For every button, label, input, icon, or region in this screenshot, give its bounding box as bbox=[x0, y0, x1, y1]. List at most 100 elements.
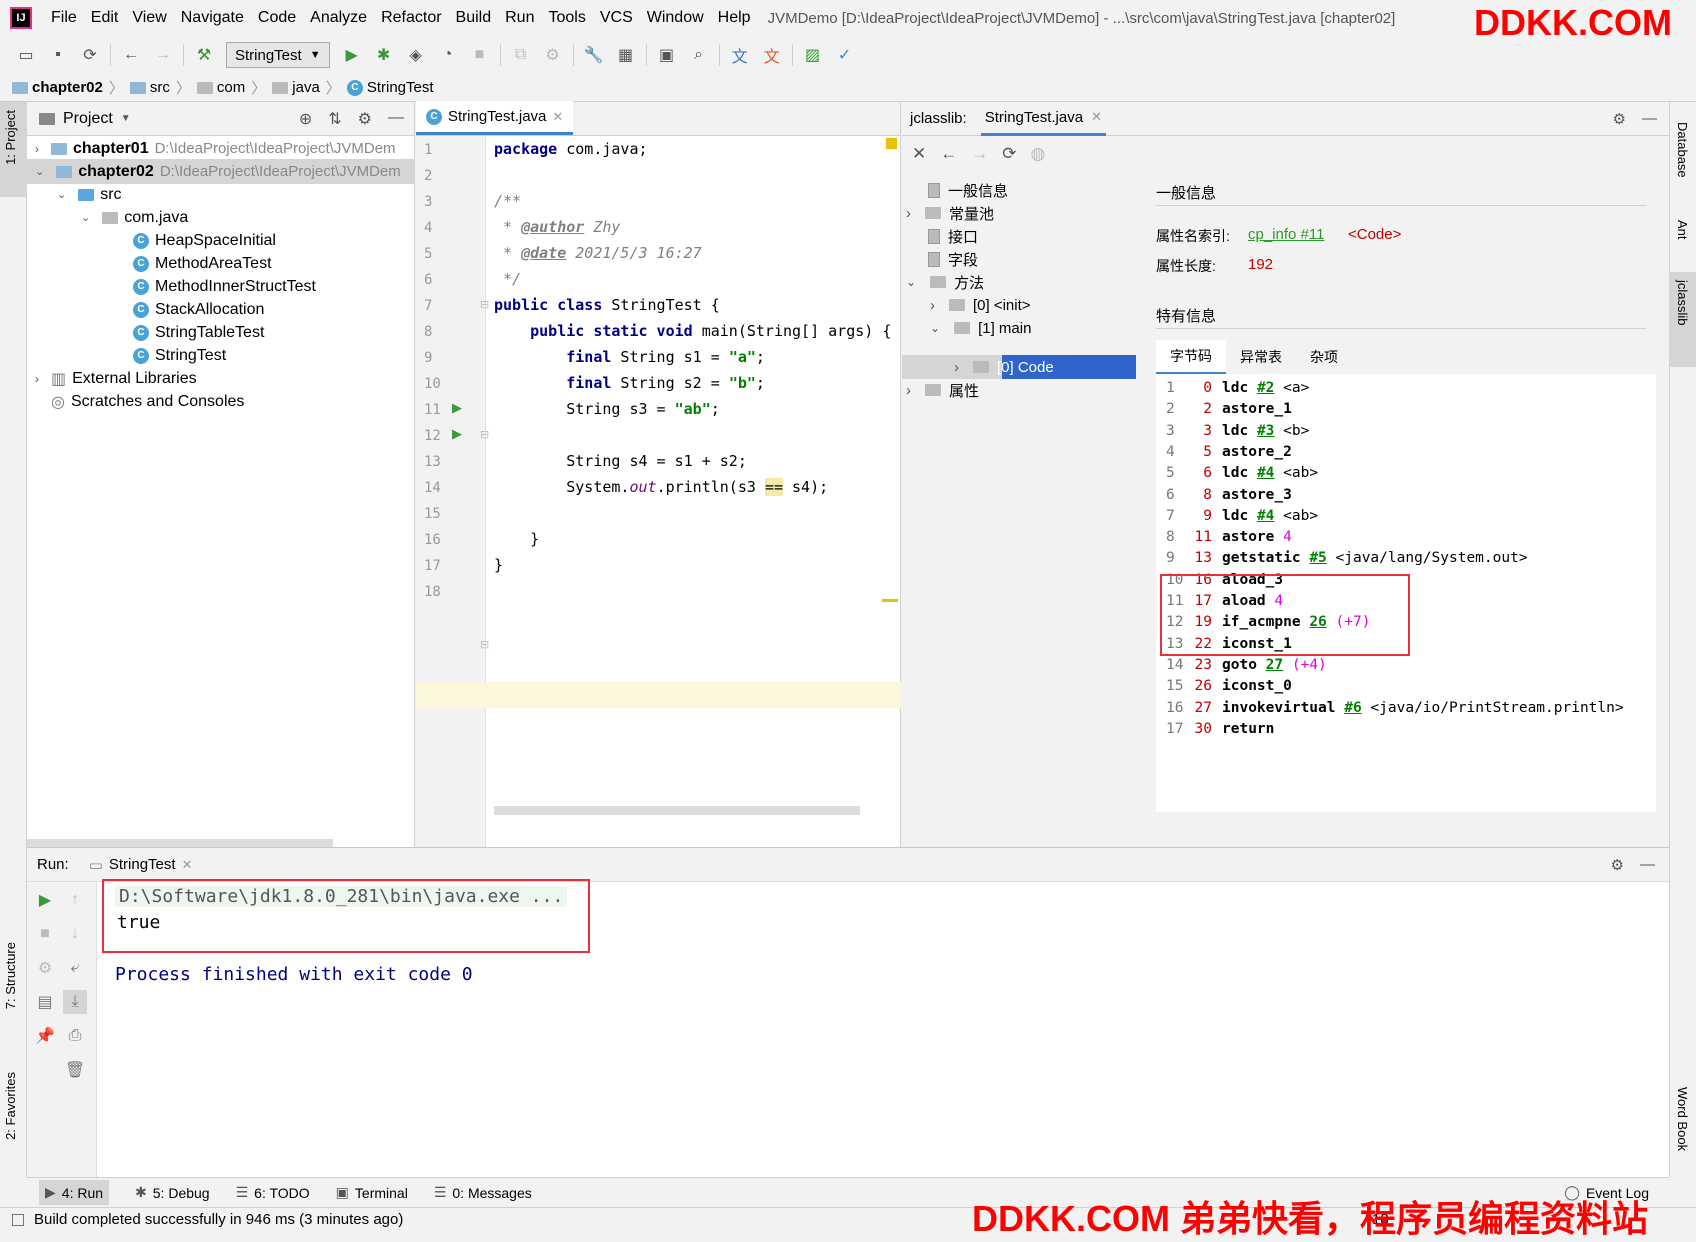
bytecode-row[interactable]: 16 27 invokevirtual #6 <java/io/PrintStrea… bbox=[1166, 700, 1624, 716]
code-line-13[interactable]: String s4 = s1 + s2; bbox=[494, 452, 747, 470]
tab-favorites[interactable]: 2: Favorites bbox=[3, 1072, 18, 1140]
tree-node-interfaces[interactable]: 接口 bbox=[928, 224, 978, 248]
code-line-8[interactable]: public static void main(String[] args) { bbox=[494, 322, 891, 340]
close-icon[interactable]: ✕ bbox=[182, 857, 193, 873]
chevron-down-icon[interactable]: ⌄ bbox=[906, 275, 916, 289]
bytecode-ref-link[interactable]: #4 bbox=[1257, 508, 1274, 524]
back-icon[interactable]: ← bbox=[120, 44, 142, 66]
menu-file[interactable]: File bbox=[44, 9, 84, 27]
menu-view[interactable]: View bbox=[125, 9, 173, 27]
sync-icon[interactable]: ⟳ bbox=[79, 44, 101, 66]
tree-node-init[interactable]: › [0] <init> bbox=[930, 293, 1031, 317]
tab-messages[interactable]: ☰ 0: Messages bbox=[434, 1184, 532, 1201]
minimize-icon[interactable]: — bbox=[388, 109, 404, 129]
subtab-misc[interactable]: 杂项 bbox=[1296, 341, 1352, 373]
code-line-4[interactable]: * @author Zhy bbox=[494, 218, 620, 236]
attach-icon[interactable]: ⧉ bbox=[510, 44, 532, 66]
run-icon[interactable]: ▶ bbox=[341, 44, 363, 66]
fold-icon[interactable]: ⊟ bbox=[480, 428, 489, 441]
tab-debug[interactable]: ✱ 5: Debug bbox=[135, 1184, 210, 1201]
tree-item-com-java[interactable]: ⌄ com.java bbox=[81, 205, 188, 230]
minimize-icon[interactable]: — bbox=[1640, 856, 1655, 874]
fold-icon[interactable]: ⊟ bbox=[480, 638, 489, 651]
breadcrumb-item[interactable]: chapter02 bbox=[12, 79, 103, 96]
warning-marker-icon[interactable] bbox=[886, 138, 897, 149]
project-structure-icon[interactable]: ▦ bbox=[615, 44, 637, 66]
tree-item-chapter01[interactable]: › chapter01 D:\IdeaProject\IdeaProject\J… bbox=[35, 136, 396, 161]
horizontal-scrollbar[interactable] bbox=[27, 839, 333, 847]
code-line-16[interactable]: } bbox=[494, 530, 539, 548]
menu-navigate[interactable]: Navigate bbox=[174, 9, 251, 27]
coverage-icon[interactable]: ◈ bbox=[405, 44, 427, 66]
status-toggle-icon[interactable] bbox=[12, 1213, 24, 1226]
subtab-bytecode[interactable]: 字节码 bbox=[1156, 340, 1226, 374]
bytecode-row[interactable]: 3 3 ldc #3 <b> bbox=[1166, 423, 1309, 439]
horizontal-scrollbar[interactable] bbox=[494, 806, 860, 815]
tab-stringtest-java[interactable]: C StringTest.java ✕ bbox=[416, 101, 574, 135]
bytecode-row[interactable]: 9 13 getstatic #5 <java/lang/System.out> bbox=[1166, 550, 1528, 566]
web-icon[interactable]: ◍ bbox=[1031, 144, 1046, 164]
chevron-right-icon[interactable]: › bbox=[906, 205, 911, 222]
tab-jclasslib-file[interactable]: StringTest.java ✕ bbox=[980, 102, 1106, 136]
tab-terminal[interactable]: ▣ Terminal bbox=[336, 1184, 408, 1201]
menu-edit[interactable]: Edit bbox=[84, 9, 126, 27]
translate-alt-icon[interactable]: 文 bbox=[761, 44, 783, 66]
bytecode-row[interactable]: 7 9 ldc #4 <ab> bbox=[1166, 508, 1318, 524]
status-message[interactable]: Build completed successfully in 946 ms (… bbox=[34, 1211, 403, 1228]
up-arrow-icon[interactable]: ↑ bbox=[63, 888, 87, 912]
run-gutter-icon[interactable]: ▶ bbox=[452, 400, 462, 416]
code-line-1[interactable]: package com.java; bbox=[494, 140, 648, 158]
code-line-14[interactable]: System.out.println(s3 == s4); bbox=[494, 478, 828, 496]
tree-node-main[interactable]: ⌄ [1] main bbox=[930, 316, 1031, 340]
subtab-exceptions[interactable]: 异常表 bbox=[1226, 341, 1296, 373]
rerun-icon[interactable]: ▶ bbox=[33, 888, 57, 912]
code-line-11[interactable]: String s3 = "ab"; bbox=[494, 400, 720, 418]
tree-item-external-libraries[interactable]: › ▥ External Libraries bbox=[35, 366, 197, 391]
layout-icon[interactable]: ▤ bbox=[33, 990, 57, 1014]
code-line-7[interactable]: public class StringTest { bbox=[494, 296, 720, 314]
profile-icon[interactable]: ◔ bbox=[437, 44, 459, 66]
bytecode-row[interactable]: 15 26 iconst_0 bbox=[1166, 678, 1292, 694]
tree-node-general[interactable]: 一般信息 bbox=[928, 178, 1008, 202]
forward-icon[interactable]: → bbox=[152, 44, 174, 66]
chevron-right-icon[interactable]: › bbox=[954, 359, 959, 376]
chevron-down-icon[interactable]: ⌄ bbox=[57, 188, 66, 201]
pin-icon[interactable]: 📌 bbox=[33, 1024, 57, 1048]
menu-run[interactable]: Run bbox=[498, 9, 541, 27]
tree-item-scratches[interactable]: ◎ Scratches and Consoles bbox=[51, 389, 244, 414]
warning-stripe[interactable] bbox=[882, 599, 898, 602]
menu-window[interactable]: Window bbox=[640, 9, 711, 27]
chevron-right-icon[interactable]: › bbox=[35, 372, 39, 386]
chevron-down-icon[interactable]: ⌄ bbox=[81, 211, 90, 224]
tree-item-class[interactable]: C StringTest bbox=[133, 343, 226, 368]
run-gutter-icon[interactable]: ▶ bbox=[452, 426, 462, 442]
menu-analyze[interactable]: Analyze bbox=[303, 9, 374, 27]
tree-node-fields[interactable]: 字段 bbox=[928, 247, 978, 271]
collapse-icon[interactable]: ⇅ bbox=[328, 109, 341, 129]
save-icon[interactable]: ▪ bbox=[47, 44, 69, 66]
breadcrumb-item[interactable]: src bbox=[129, 79, 170, 96]
bytecode-row[interactable]: 17 30 return bbox=[1166, 721, 1274, 737]
tree-item-chapter02[interactable]: ⌄ chapter02 D:\IdeaProject\IdeaProject\J… bbox=[35, 159, 401, 184]
bytecode-row[interactable]: 6 8 astore_3 bbox=[1166, 487, 1292, 503]
tab-structure[interactable]: 7: Structure bbox=[3, 942, 18, 1009]
bytecode-row[interactable]: 4 5 astore_2 bbox=[1166, 444, 1292, 460]
bytecode-ref-link[interactable]: #2 bbox=[1257, 380, 1274, 396]
bytecode-ref-link[interactable]: #5 bbox=[1309, 550, 1326, 566]
menu-build[interactable]: Build bbox=[449, 9, 499, 27]
settings-wrench-icon[interactable]: 🔧 bbox=[583, 44, 605, 66]
tab-run[interactable]: ▶ 4: Run bbox=[39, 1180, 110, 1205]
close-icon[interactable]: ✕ bbox=[552, 109, 563, 125]
bytecode-row[interactable]: 8 11 astore 4 bbox=[1166, 529, 1292, 545]
minimize-icon[interactable]: — bbox=[1642, 110, 1657, 128]
deploy-icon[interactable]: ⚙ bbox=[542, 44, 564, 66]
breadcrumb-item[interactable]: C StringTest bbox=[346, 79, 434, 96]
debug-icon[interactable]: ✱ bbox=[373, 44, 395, 66]
bytecode-row[interactable]: 2 2 astore_1 bbox=[1166, 401, 1292, 417]
gear-icon[interactable]: ⚙ bbox=[1613, 110, 1626, 128]
bytecode-ref-link[interactable]: #3 bbox=[1257, 423, 1274, 439]
search-icon[interactable]: ⌕ bbox=[688, 44, 710, 66]
back-icon[interactable]: ← bbox=[940, 144, 957, 164]
stop-icon[interactable]: ■ bbox=[469, 44, 491, 66]
code-line-9[interactable]: final String s1 = "a"; bbox=[494, 348, 765, 366]
